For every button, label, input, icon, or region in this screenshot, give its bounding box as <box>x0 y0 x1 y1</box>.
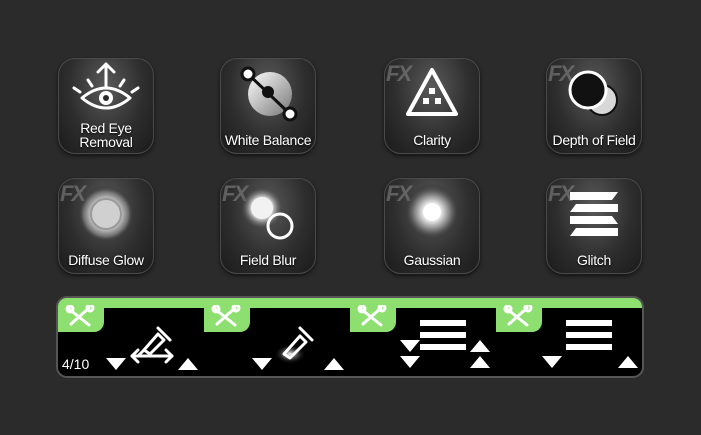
tile-red-eye-removal[interactable]: Red Eye Removal <box>58 58 154 154</box>
tile-label: Glitch <box>577 252 611 268</box>
tile-label: Clarity <box>413 132 451 148</box>
tile-label: Removal <box>79 134 133 150</box>
tile-label: White Balance <box>224 132 312 148</box>
eyedropper-glow-icon <box>252 326 344 370</box>
field-blur-icon <box>240 186 294 240</box>
tile-white-balance[interactable]: White Balance <box>220 58 316 154</box>
effect-slot[interactable] <box>496 298 641 376</box>
tile-field-blur[interactable]: FX Field Blur <box>220 178 316 274</box>
white-balance-icon <box>240 66 298 122</box>
effect-slot[interactable] <box>350 298 495 376</box>
clarity-triangle-icon <box>406 68 458 116</box>
depth-of-field-icon <box>568 70 618 116</box>
eye-icon <box>72 62 140 110</box>
tile-label: Diffuse Glow <box>68 252 144 268</box>
glitch-icon <box>570 192 618 236</box>
tile-label: Field Blur <box>239 252 297 268</box>
stack-arrows-icon <box>400 320 490 368</box>
active-effects-panel: 4/10 <box>58 298 642 376</box>
tile-diffuse-glow[interactable]: FX Diffuse Glow <box>58 178 154 274</box>
tile-label: Gaussian <box>403 252 461 268</box>
tile-depth-of-field[interactable]: FX Depth of Field <box>546 58 642 154</box>
tile-glitch[interactable]: FX Glitch <box>546 178 642 274</box>
stack-lines-icon <box>542 320 638 368</box>
gaussian-blur-icon <box>404 184 460 240</box>
diffuse-glow-icon <box>78 186 134 242</box>
tile-label: Depth of Field <box>552 132 636 148</box>
effect-slot[interactable] <box>204 298 349 376</box>
tile-clarity[interactable]: FX Clarity <box>384 58 480 154</box>
tile-gaussian[interactable]: FX Gaussian <box>384 178 480 274</box>
page-counter: 4/10 <box>62 356 90 372</box>
